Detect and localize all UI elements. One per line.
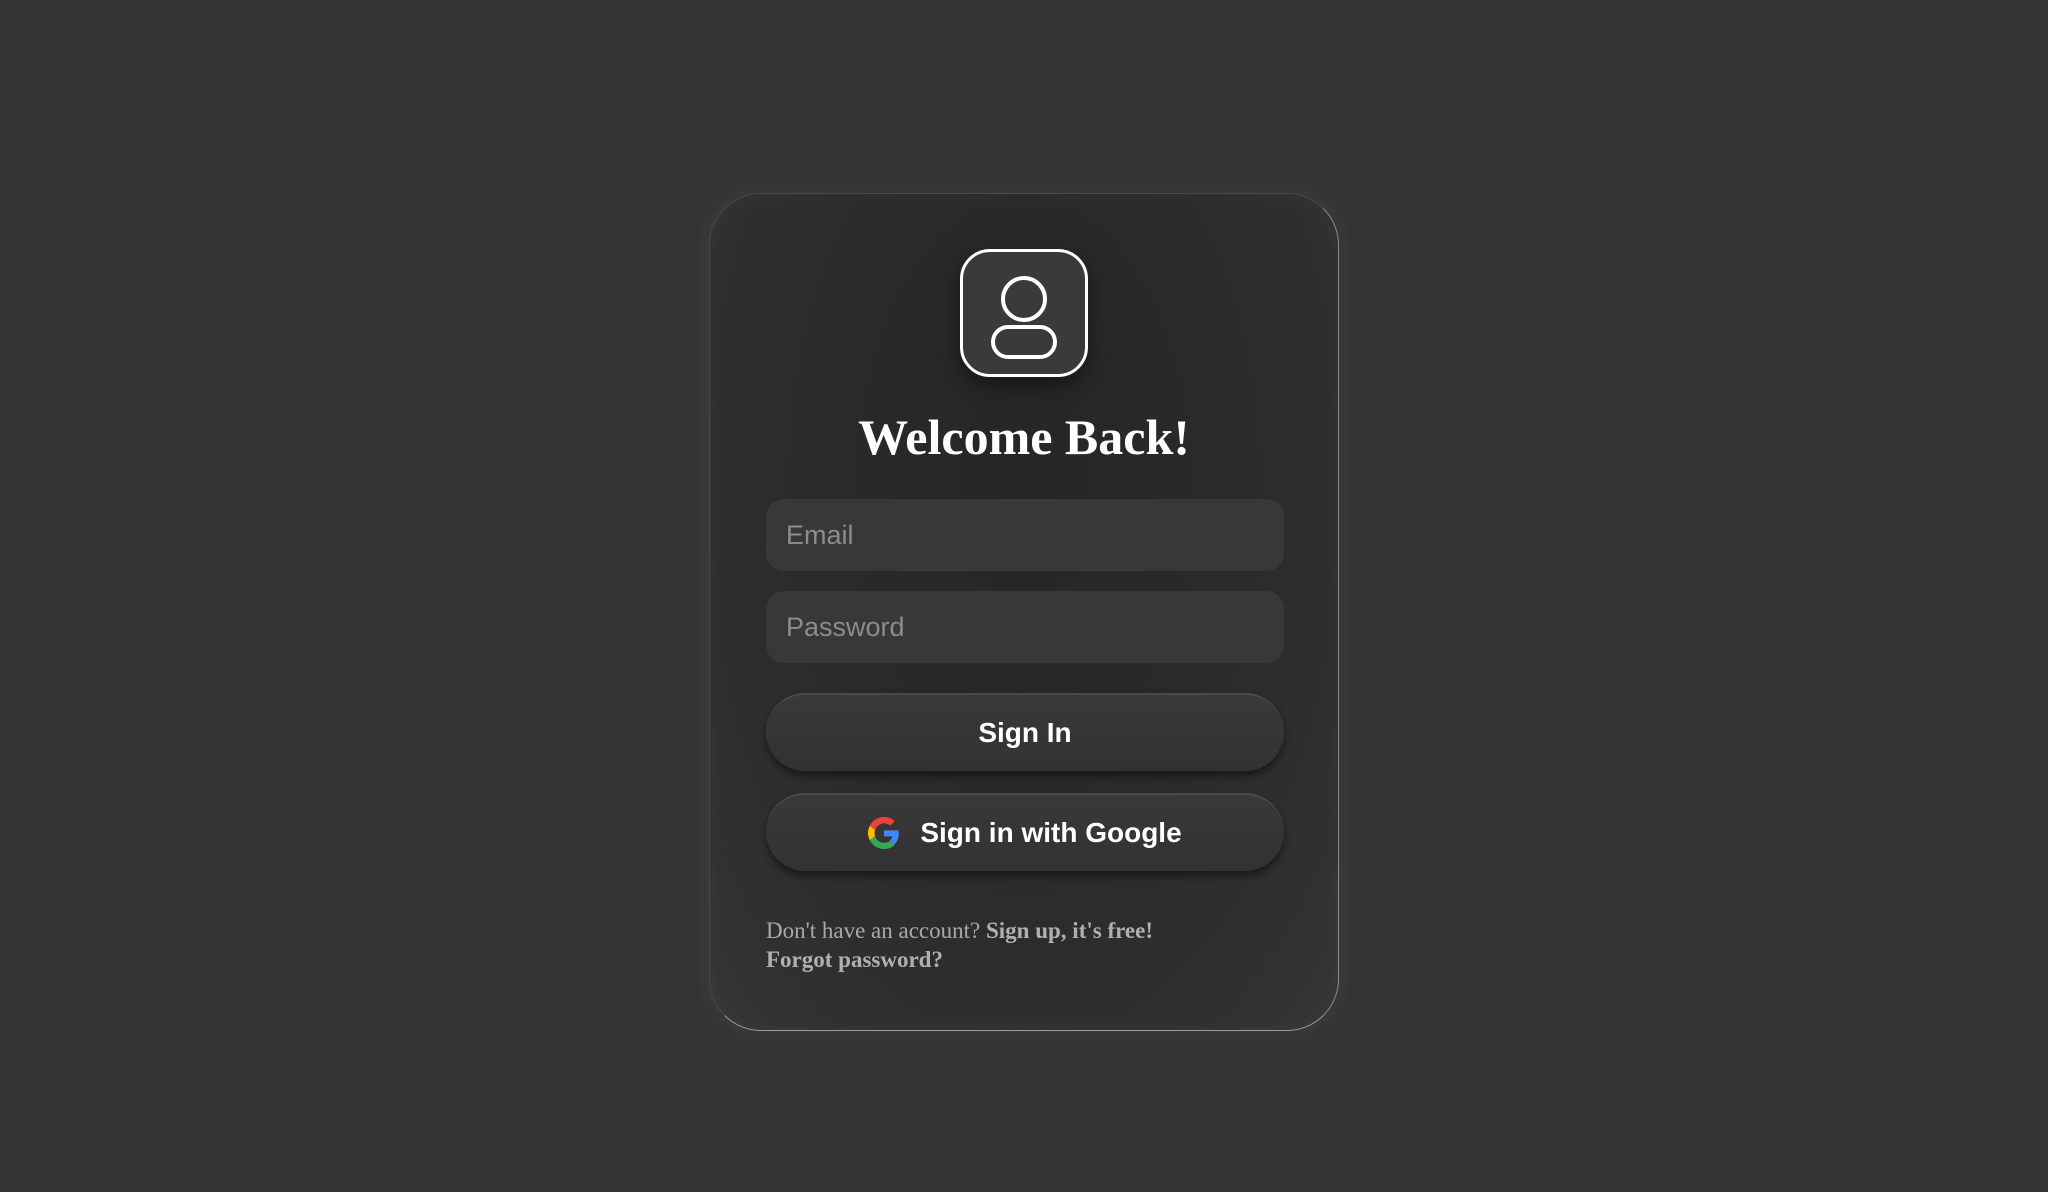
email-field[interactable]: [766, 499, 1284, 571]
avatar: [960, 249, 1088, 377]
google-logo-icon: [868, 817, 900, 849]
signup-line: Don't have an account? Sign up, it's fre…: [766, 916, 1153, 945]
login-footer: Don't have an account? Sign up, it's fre…: [766, 916, 1153, 974]
login-card: Welcome Back! Sign In Sign in with Googl…: [709, 193, 1339, 1031]
password-field[interactable]: [766, 591, 1284, 663]
page-title: Welcome Back!: [858, 409, 1190, 465]
google-sign-in-button[interactable]: Sign in with Google: [766, 793, 1284, 871]
forgot-password-link[interactable]: Forgot password?: [766, 947, 943, 972]
sign-in-button[interactable]: Sign In: [766, 693, 1284, 771]
user-icon: [991, 276, 1057, 359]
google-sign-in-label: Sign in with Google: [920, 817, 1182, 848]
signup-link[interactable]: Sign up, it's free!: [986, 918, 1153, 943]
sign-in-label: Sign In: [978, 717, 1072, 748]
signup-prompt: Don't have an account?: [766, 918, 981, 943]
